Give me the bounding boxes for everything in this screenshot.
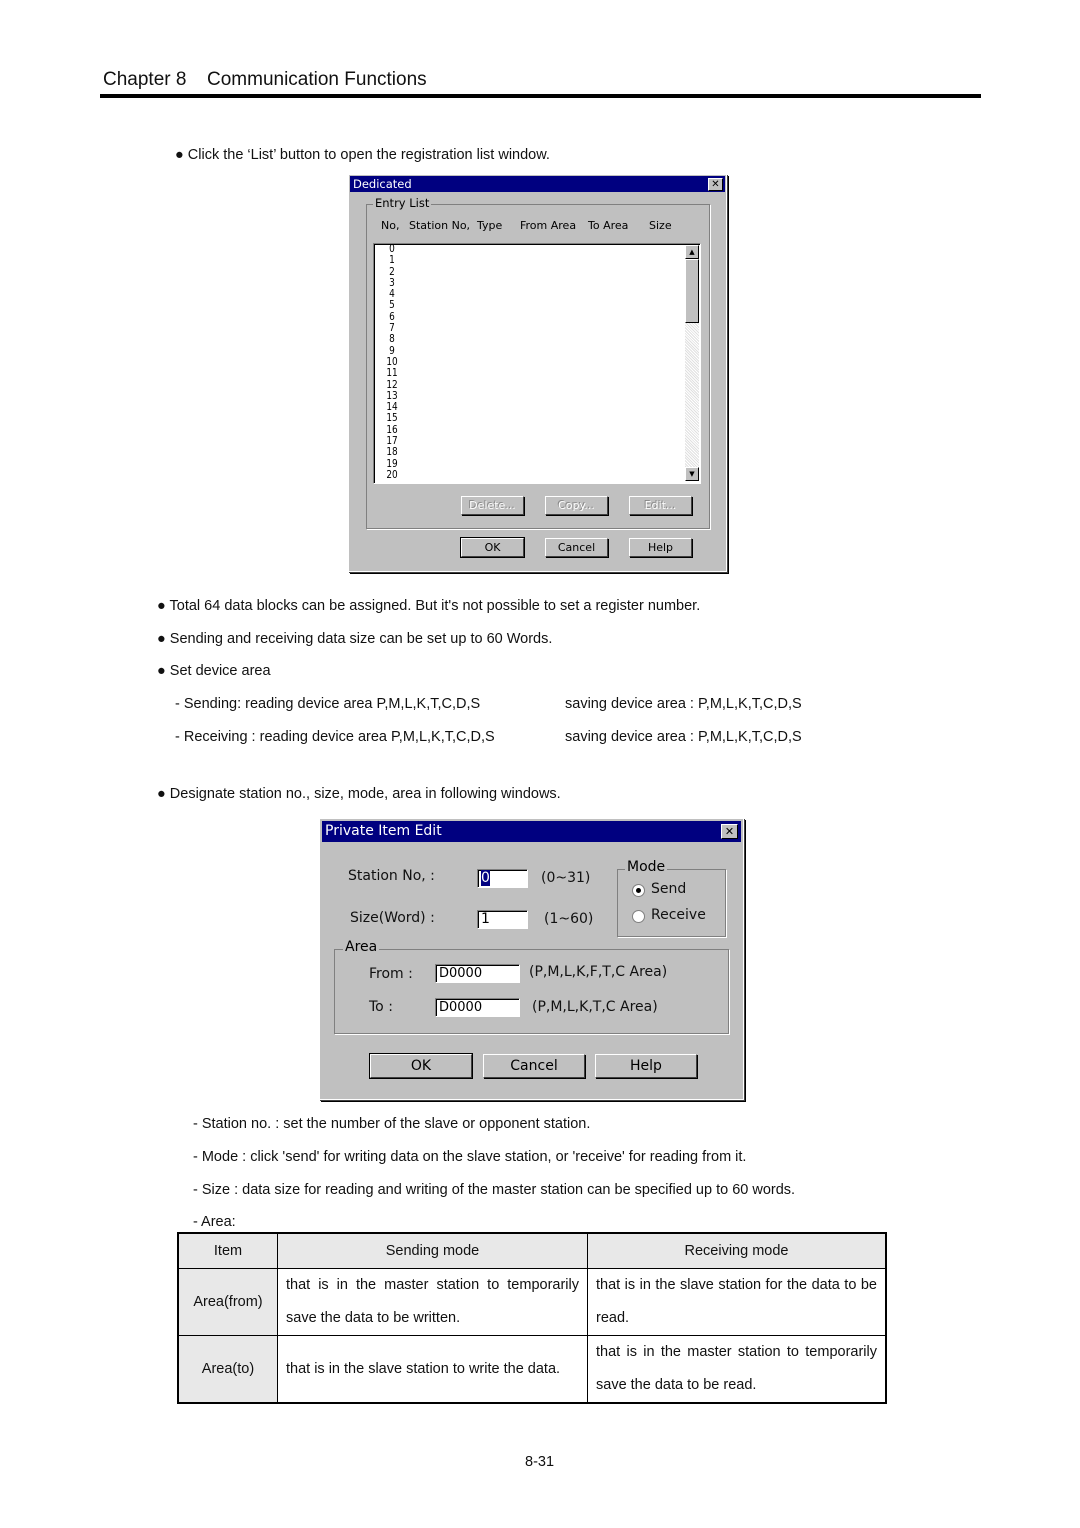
ok-button[interactable]: OK	[369, 1053, 473, 1079]
table-row: Area(from) that is in the master station…	[177, 1268, 887, 1336]
to-area-desc: (P,M,L,K,T,C Area)	[532, 999, 658, 1015]
list-row[interactable]: 11	[384, 367, 401, 379]
table-row: Area(to) that is in the slave station to…	[177, 1335, 887, 1404]
station-no-value: 0	[481, 870, 490, 886]
bullet-text: ● Sending and receiving data size can be…	[157, 631, 553, 647]
list-row[interactable]: 18	[384, 447, 401, 459]
send-radio[interactable]	[632, 884, 645, 897]
private-item-edit-dialog: Private Item Edit ✕ Station No, : 0 (0~3…	[319, 818, 744, 1100]
close-icon[interactable]: ✕	[721, 824, 738, 839]
from-area-desc: (P,M,L,K,F,T,C Area)	[529, 964, 668, 980]
note-text: - Size : data size for reading and writi…	[193, 1182, 796, 1198]
chapter-title: Communication Functions	[207, 69, 427, 90]
scroll-up-icon[interactable]: ▲	[685, 245, 699, 259]
entry-listbox[interactable]: 0 1 2 3 4 5 6 7 8 9 10 11 12 13 14 15 16 17 18 19 20 ▲ ▼	[373, 243, 701, 484]
area-group	[334, 949, 729, 1034]
table-cell: that is in the slave station for the dat…	[587, 1268, 887, 1336]
receive-label[interactable]: Receive	[651, 907, 706, 923]
note-text: - Area:	[193, 1214, 236, 1230]
mode-label: Mode	[625, 859, 668, 875]
cancel-button[interactable]: Cancel	[545, 538, 608, 557]
sending-saving-area: saving device area : P,M,L,K,T,C,D,S	[565, 696, 802, 712]
receiving-device-area: - Receiving : reading device area P,M,L,…	[175, 729, 495, 745]
sending-device-area: - Sending: reading device area P,M,L,K,T…	[175, 696, 481, 712]
mode-group	[617, 869, 726, 937]
cancel-button[interactable]: Cancel	[483, 1054, 585, 1078]
table-header-row: Item Sending mode Receiving mode	[177, 1232, 887, 1269]
page-number: 8-31	[525, 1454, 555, 1470]
ok-button[interactable]: OK	[460, 537, 525, 558]
column-header[interactable]: From Area	[520, 219, 576, 232]
header-rule	[100, 94, 981, 98]
scroll-down-icon[interactable]: ▼	[685, 467, 699, 481]
receiving-saving-area: saving device area : P,M,L,K,T,C,D,S	[565, 729, 802, 745]
column-header[interactable]: No,	[381, 219, 399, 232]
title-bar: Private Item Edit ✕	[322, 821, 741, 842]
from-label: From :	[369, 966, 413, 982]
document-page: Chapter 8 Communication Functions ● Clic…	[0, 0, 1080, 1528]
dialog-title: Dedicated	[353, 177, 412, 191]
help-button[interactable]: Help	[629, 538, 692, 557]
help-button[interactable]: Help	[595, 1054, 697, 1078]
bullet-text: ● Set device area	[157, 663, 271, 679]
list-row[interactable]: 20	[384, 469, 401, 481]
table-cell: that is in the slave station to write th…	[277, 1335, 588, 1404]
receive-radio[interactable]	[632, 910, 645, 923]
list-row[interactable]: 8	[384, 334, 401, 346]
title-bar: Dedicated ✕	[350, 176, 725, 192]
to-input[interactable]: D0000	[435, 998, 520, 1017]
header-cell: Sending mode	[277, 1232, 588, 1269]
size-input[interactable]: 1	[477, 910, 528, 929]
station-no-input[interactable]: 0	[477, 869, 528, 888]
note-text: - Mode : click 'send' for writing data o…	[193, 1149, 747, 1165]
table-cell: that is in the master station to tempora…	[587, 1335, 887, 1404]
group-label: Entry List	[373, 196, 432, 210]
dedicated-dialog: Dedicated ✕ Entry List No, Station No, T…	[348, 174, 727, 572]
to-label: To :	[369, 999, 393, 1015]
station-range: (0~31)	[541, 870, 591, 886]
table-cell: Area(from)	[177, 1268, 278, 1336]
vertical-scrollbar[interactable]: ▲ ▼	[685, 245, 699, 481]
area-table: Item Sending mode Receiving mode Area(fr…	[177, 1232, 887, 1404]
header-cell: Receiving mode	[587, 1232, 887, 1269]
scroll-thumb[interactable]	[685, 259, 699, 323]
area-label: Area	[343, 939, 380, 955]
column-header[interactable]: Type	[477, 219, 502, 232]
delete-button[interactable]: Delete...	[461, 496, 524, 515]
bullet-text: ● Total 64 data blocks can be assigned. …	[157, 598, 701, 614]
close-icon[interactable]: ✕	[708, 178, 723, 191]
header-cell: Item	[177, 1232, 278, 1269]
size-label: Size(Word) :	[350, 910, 435, 926]
column-header[interactable]: Size	[649, 219, 672, 232]
intro-text: ● Click the ‘List’ button to open the re…	[175, 147, 550, 163]
column-header[interactable]: To Area	[588, 219, 628, 232]
dialog-title: Private Item Edit	[325, 823, 442, 839]
chapter-label: Chapter 8	[103, 69, 187, 90]
column-header[interactable]: Station No,	[409, 219, 470, 232]
list-row[interactable]: 1	[384, 254, 401, 266]
station-no-label: Station No, :	[348, 868, 435, 884]
edit-button[interactable]: Edit...	[629, 496, 692, 515]
size-range: (1~60)	[544, 911, 594, 927]
send-label[interactable]: Send	[651, 881, 686, 897]
table-cell: that is in the master station to tempora…	[277, 1268, 588, 1336]
note-text: - Station no. : set the number of the sl…	[193, 1116, 591, 1132]
designate-text: ● Designate station no., size, mode, are…	[157, 786, 561, 802]
from-input[interactable]: D0000	[435, 964, 520, 983]
copy-button[interactable]: Copy...	[545, 496, 608, 515]
table-cell: Area(to)	[177, 1335, 278, 1404]
